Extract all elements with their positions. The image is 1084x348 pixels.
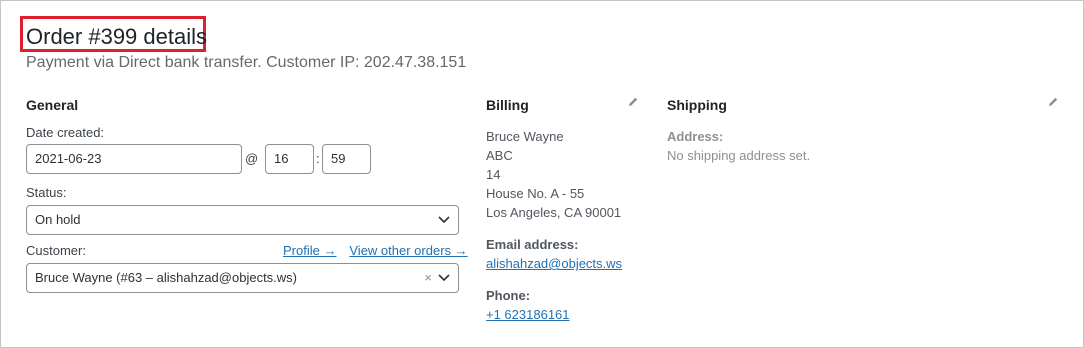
order-subtitle: Payment via Direct bank transfer. Custom…: [26, 54, 467, 71]
customer-select-value: Bruce Wayne (#63 – alishahzad@objects.ws…: [35, 270, 298, 285]
customer-label: Customer:: [26, 243, 86, 258]
minute-input[interactable]: 59: [322, 144, 371, 174]
customer-links: Profile → View other orders →: [283, 243, 468, 259]
status-label: Status:: [26, 185, 67, 200]
profile-link[interactable]: Profile →: [283, 243, 336, 258]
order-title: Order #399 details: [26, 24, 207, 49]
billing-address-line: 14: [486, 167, 501, 182]
clear-icon[interactable]: ×: [424, 271, 432, 285]
billing-address-line: Bruce Wayne: [486, 129, 564, 144]
view-other-orders-link[interactable]: View other orders →: [349, 243, 467, 258]
email-label: Email address:: [486, 237, 579, 252]
general-heading: General: [26, 97, 79, 113]
at-sign: @: [245, 151, 259, 166]
shipping-address-label: Address:: [667, 129, 724, 144]
pencil-icon[interactable]: [1047, 96, 1059, 108]
date-created-input[interactable]: 2021-06-23: [26, 144, 242, 174]
billing-email-link[interactable]: alishahzad@objects.ws: [486, 256, 622, 272]
billing-address-line: Los Angeles, CA 90001: [486, 205, 622, 220]
chevron-down-icon: [438, 216, 450, 224]
billing-address-line: House No. A - 55: [486, 186, 585, 201]
status-select[interactable]: On hold: [26, 205, 459, 235]
order-data-panel: Order #399 details Payment via Direct ba…: [0, 0, 1084, 348]
status-select-value: On hold: [35, 212, 81, 227]
pencil-icon[interactable]: [627, 96, 639, 108]
hour-input[interactable]: 16: [265, 144, 314, 174]
billing-address-line: ABC: [486, 148, 513, 163]
date-created-label: Date created:: [26, 125, 105, 140]
billing-heading: Billing: [486, 97, 529, 113]
shipping-address-value: No shipping address set.: [667, 148, 811, 163]
customer-select[interactable]: Bruce Wayne (#63 – alishahzad@objects.ws…: [26, 263, 459, 293]
shipping-heading: Shipping: [667, 97, 727, 113]
phone-label: Phone:: [486, 288, 531, 303]
billing-phone-link[interactable]: +1 623186161: [486, 307, 570, 323]
time-colon: :: [316, 151, 320, 166]
chevron-down-icon[interactable]: [438, 273, 450, 283]
